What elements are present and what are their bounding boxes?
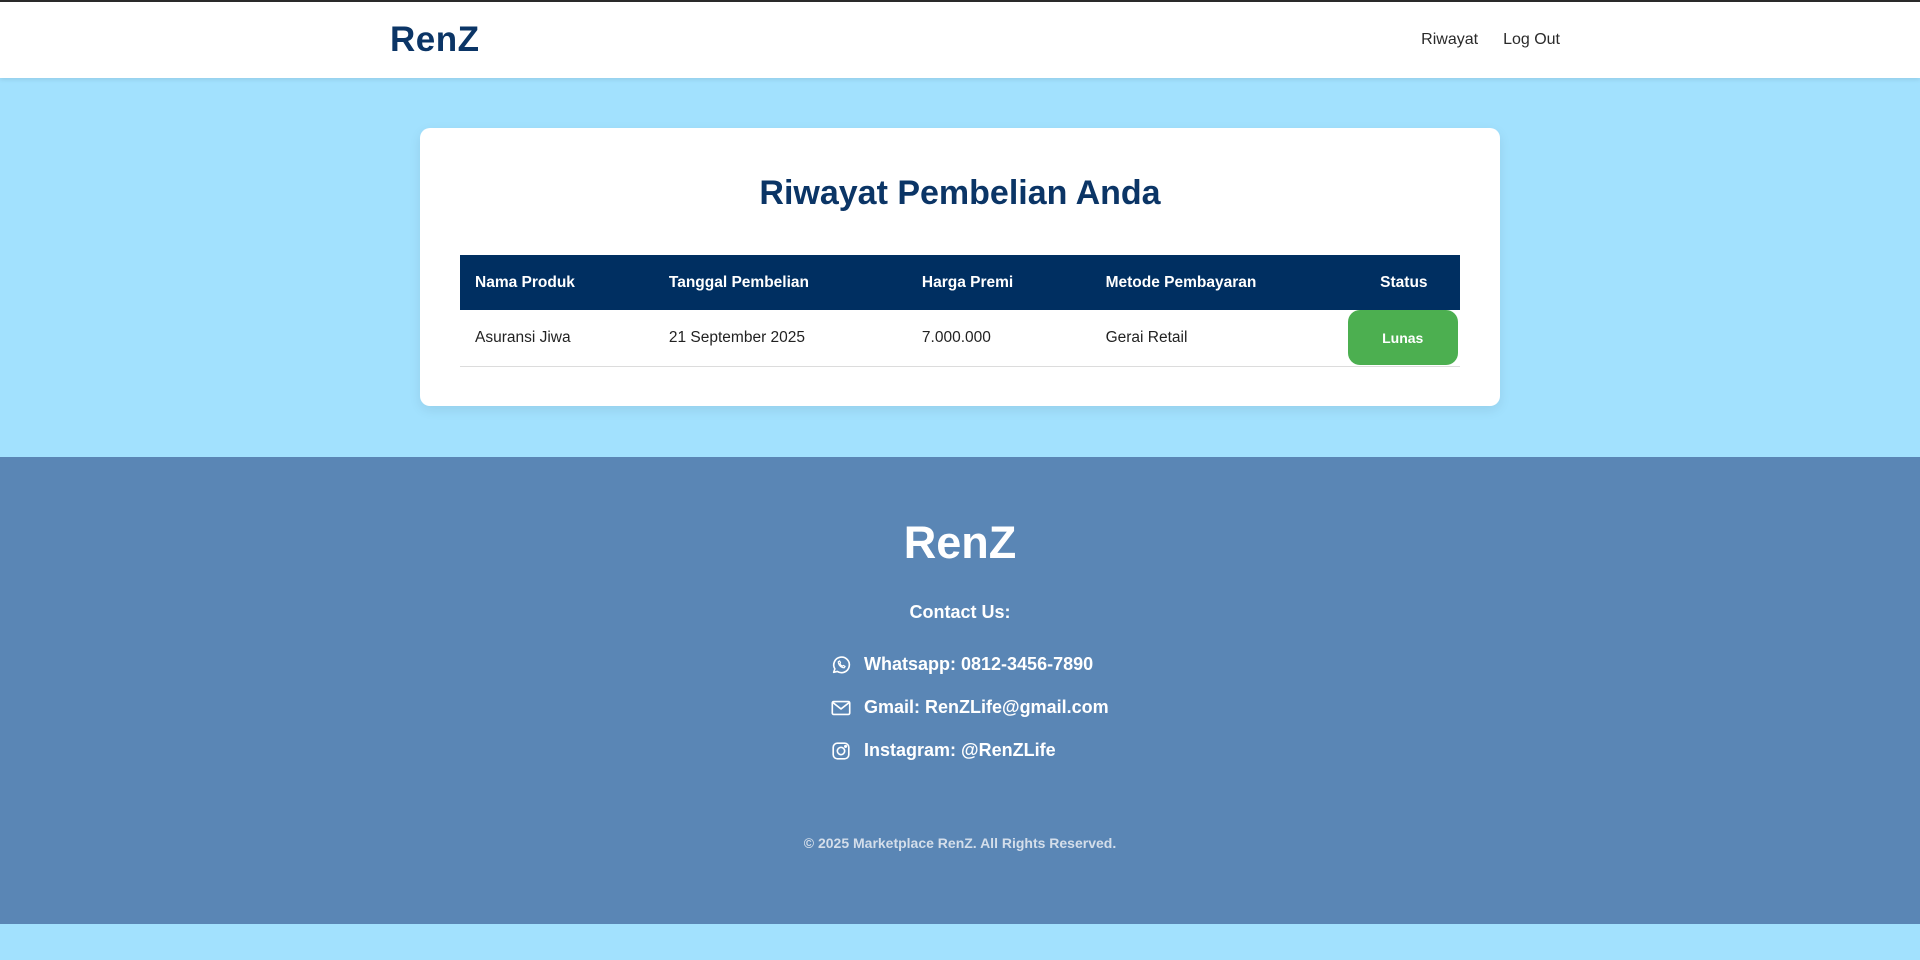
brand-logo[interactable]: RenZ bbox=[390, 20, 480, 60]
status-badge[interactable]: Lunas bbox=[1347, 310, 1458, 366]
nav-link-logout[interactable]: Log Out bbox=[1503, 31, 1560, 49]
navbar: RenZ Riwayat Log Out bbox=[0, 2, 1920, 78]
table-header-row: Nama Produk Tanggal Pembelian Harga Prem… bbox=[460, 255, 1460, 310]
purchase-history-table: Nama Produk Tanggal Pembelian Harga Prem… bbox=[460, 255, 1460, 367]
contact-instagram[interactable]: Instagram: @RenZLife bbox=[830, 729, 1109, 772]
cell-payment-method: Gerai Retail bbox=[1105, 328, 1188, 346]
contact-title: Contact Us: bbox=[909, 602, 1011, 622]
page-title: Riwayat Pembelian Anda bbox=[759, 174, 1161, 212]
nav-link-riwayat[interactable]: Riwayat bbox=[1421, 31, 1478, 49]
mail-icon bbox=[830, 697, 852, 719]
contact-instagram-text: Instagram: @RenZLife bbox=[864, 740, 1056, 760]
nav-links: Riwayat Log Out bbox=[1421, 31, 1560, 49]
whatsapp-icon bbox=[830, 654, 852, 676]
column-header-product: Nama Produk bbox=[475, 273, 575, 291]
table-row: Asuransi Jiwa 21 September 2025 7.000.00… bbox=[460, 310, 1460, 366]
column-header-date: Tanggal Pembelian bbox=[668, 273, 809, 291]
column-header-premium: Harga Premi bbox=[921, 273, 1014, 291]
table-header: Nama Produk Tanggal Pembelian Harga Prem… bbox=[460, 255, 1460, 310]
contact-gmail-text: Gmail: RenZLife@gmail.com bbox=[864, 697, 1109, 717]
column-header-payment-method: Metode Pembayaran bbox=[1105, 273, 1257, 291]
contact-gmail[interactable]: Gmail: RenZLife@gmail.com bbox=[830, 686, 1109, 729]
footer: RenZ Contact Us: Whatsapp: 0812-3456-789… bbox=[0, 457, 1920, 924]
table-body: Asuransi Jiwa 21 September 2025 7.000.00… bbox=[460, 310, 1460, 366]
copyright: © 2025 Marketplace RenZ. All Rights Rese… bbox=[803, 835, 1117, 851]
contact-list: Whatsapp: 0812-3456-7890 Gmail: RenZLife… bbox=[830, 643, 1109, 772]
contact-whatsapp-text: Whatsapp: 0812-3456-7890 bbox=[864, 654, 1094, 674]
cell-date: 21 September 2025 bbox=[668, 328, 806, 346]
column-header-status: Status bbox=[1380, 273, 1428, 291]
purchase-history-card: Riwayat Pembelian Anda Nama Produk Tangg… bbox=[420, 128, 1500, 406]
contact-whatsapp[interactable]: Whatsapp: 0812-3456-7890 bbox=[830, 643, 1109, 686]
cell-status: Lunas bbox=[1347, 310, 1460, 366]
cell-premium: 7.000.000 bbox=[921, 328, 991, 346]
footer-brand: RenZ bbox=[903, 517, 1017, 568]
cell-product: Asuransi Jiwa bbox=[475, 328, 571, 346]
instagram-icon bbox=[830, 740, 852, 762]
